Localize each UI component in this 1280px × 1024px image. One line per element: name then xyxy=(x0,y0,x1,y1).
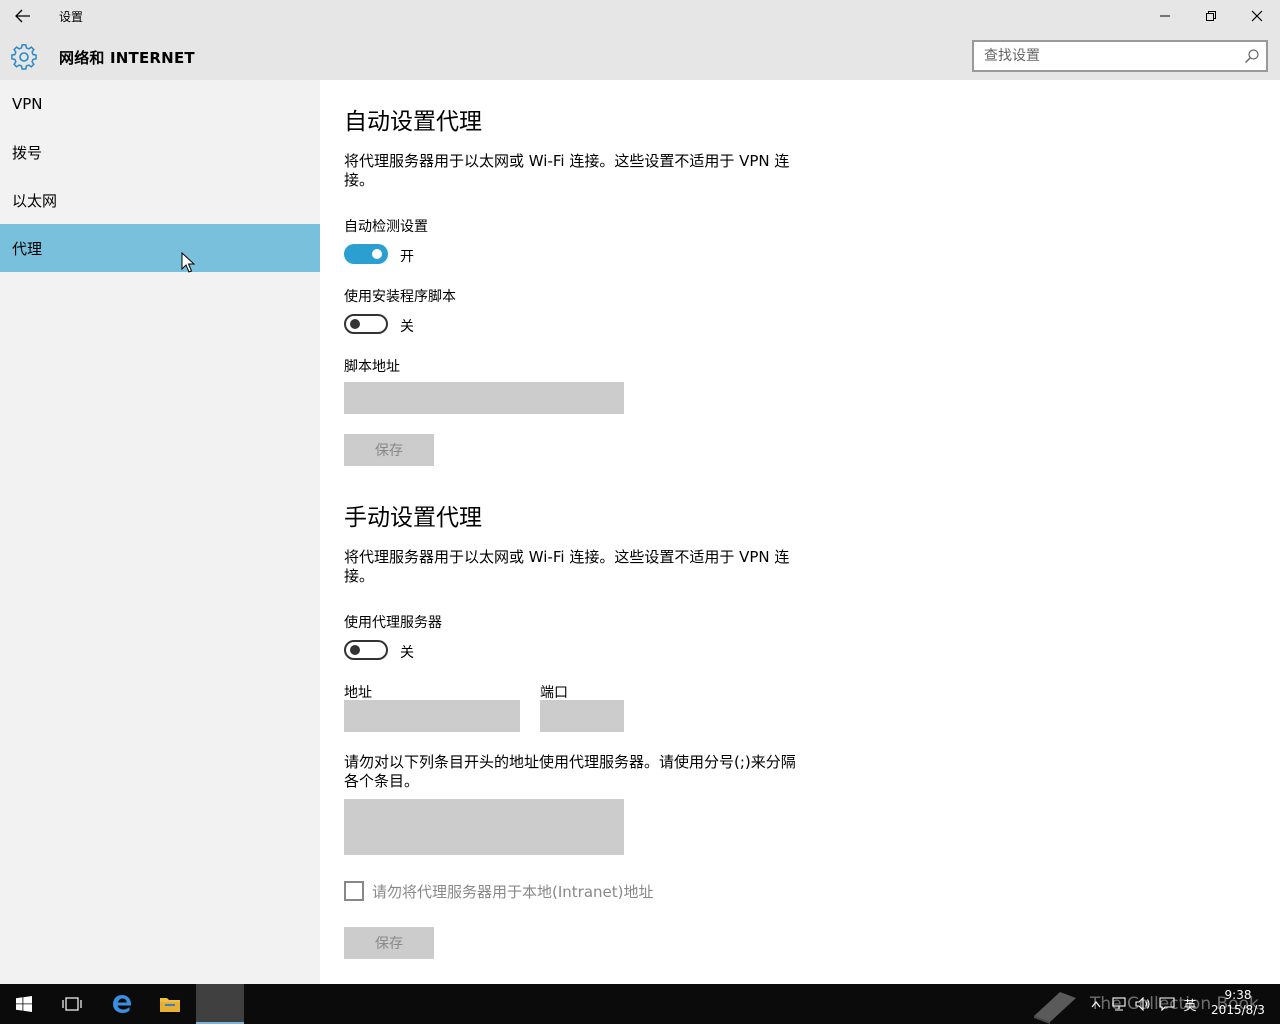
back-button[interactable] xyxy=(0,0,46,32)
mouse-cursor-icon xyxy=(181,252,195,273)
sidebar: VPN 拨号 以太网 代理 xyxy=(0,80,320,984)
start-button[interactable] xyxy=(0,984,48,1024)
local-bypass-checkbox[interactable] xyxy=(344,881,364,901)
volume-icon xyxy=(1135,997,1150,1011)
edge-button[interactable] xyxy=(98,984,146,1024)
taskbar: The Collection Book 英 9:38 2015/8/3 xyxy=(0,984,1280,1024)
clock-date: 2015/8/3 xyxy=(1211,1003,1265,1017)
search-box[interactable] xyxy=(972,40,1268,72)
close-button[interactable] xyxy=(1234,0,1280,32)
setup-script-state: 关 xyxy=(400,319,414,335)
title-bar: 设置 xyxy=(0,0,1280,32)
script-address-field[interactable] xyxy=(344,382,624,414)
clock-time: 9:38 xyxy=(1224,988,1252,1002)
input-language-button[interactable]: 英 xyxy=(1180,984,1200,1024)
page-header: 网络和 INTERNET xyxy=(0,32,1280,80)
back-arrow-icon xyxy=(15,9,30,23)
clock[interactable]: 9:38 2015/8/3 xyxy=(1206,988,1270,1018)
auto-detect-label: 自动检测设置 xyxy=(344,219,428,235)
sidebar-item-proxy[interactable]: 代理 xyxy=(0,224,320,272)
gear-icon xyxy=(11,44,37,70)
manual-proxy-heading: 手动设置代理 xyxy=(344,505,482,531)
restore-icon xyxy=(1206,11,1216,21)
use-proxy-state: 关 xyxy=(400,645,414,661)
port-label: 端口 xyxy=(540,685,568,701)
minimize-icon xyxy=(1160,15,1170,17)
task-view-button[interactable] xyxy=(48,984,96,1024)
auto-proxy-save-button[interactable]: 保存 xyxy=(344,434,434,466)
minimize-button[interactable] xyxy=(1142,0,1188,32)
sidebar-item-vpn[interactable]: VPN xyxy=(0,80,320,128)
auto-detect-state: 开 xyxy=(400,249,414,265)
use-proxy-toggle[interactable] xyxy=(344,640,388,660)
window-title: 设置 xyxy=(59,10,84,24)
local-bypass-label: 请勿将代理服务器用于本地(Intranet)地址 xyxy=(372,883,654,901)
search-input[interactable] xyxy=(974,42,1224,70)
search-icon[interactable] xyxy=(1244,48,1260,64)
notification-tray-button[interactable] xyxy=(1156,984,1178,1024)
use-proxy-label: 使用代理服务器 xyxy=(344,615,442,631)
setup-script-label: 使用安装程序脚本 xyxy=(344,289,456,305)
auto-proxy-heading: 自动设置代理 xyxy=(344,109,482,135)
auto-proxy-description: 将代理服务器用于以太网或 Wi-Fi 连接。这些设置不适用于 VPN 连接。 xyxy=(344,152,790,189)
port-field[interactable] xyxy=(540,700,624,732)
sidebar-item-dialup[interactable]: 拨号 xyxy=(0,128,320,176)
page-title: 网络和 INTERNET xyxy=(59,49,195,67)
auto-detect-toggle[interactable] xyxy=(344,244,388,264)
manual-proxy-description: 将代理服务器用于以太网或 Wi-Fi 连接。这些设置不适用于 VPN 连接。 xyxy=(344,548,790,585)
manual-proxy-save-button[interactable]: 保存 xyxy=(344,927,434,959)
address-field[interactable] xyxy=(344,700,520,732)
chevron-up-icon xyxy=(1091,1001,1101,1008)
file-explorer-button[interactable] xyxy=(146,984,194,1024)
edge-icon xyxy=(113,995,132,1013)
tray-overflow-button[interactable] xyxy=(1086,984,1106,1024)
close-icon xyxy=(1251,10,1263,22)
volume-tray-button[interactable] xyxy=(1132,984,1154,1024)
network-icon xyxy=(1112,997,1126,1011)
settings-app-button[interactable] xyxy=(196,984,244,1024)
exceptions-label: 请勿对以下列条目开头的地址使用代理服务器。请使用分号(;)来分隔各个条目。 xyxy=(344,753,796,790)
message-icon xyxy=(1159,997,1175,1011)
exceptions-field[interactable] xyxy=(344,799,624,855)
file-explorer-icon xyxy=(160,998,180,1012)
address-label: 地址 xyxy=(344,685,372,701)
network-tray-button[interactable] xyxy=(1108,984,1130,1024)
start-icon xyxy=(16,996,32,1012)
script-address-label: 脚本地址 xyxy=(344,359,400,375)
task-view-icon xyxy=(62,997,82,1011)
restore-button[interactable] xyxy=(1188,0,1234,32)
main-content: 自动设置代理 将代理服务器用于以太网或 Wi-Fi 连接。这些设置不适用于 VP… xyxy=(320,80,1280,984)
sidebar-item-ethernet[interactable]: 以太网 xyxy=(0,176,320,224)
setup-script-toggle[interactable] xyxy=(344,314,388,334)
book-icon xyxy=(1034,992,1076,1024)
